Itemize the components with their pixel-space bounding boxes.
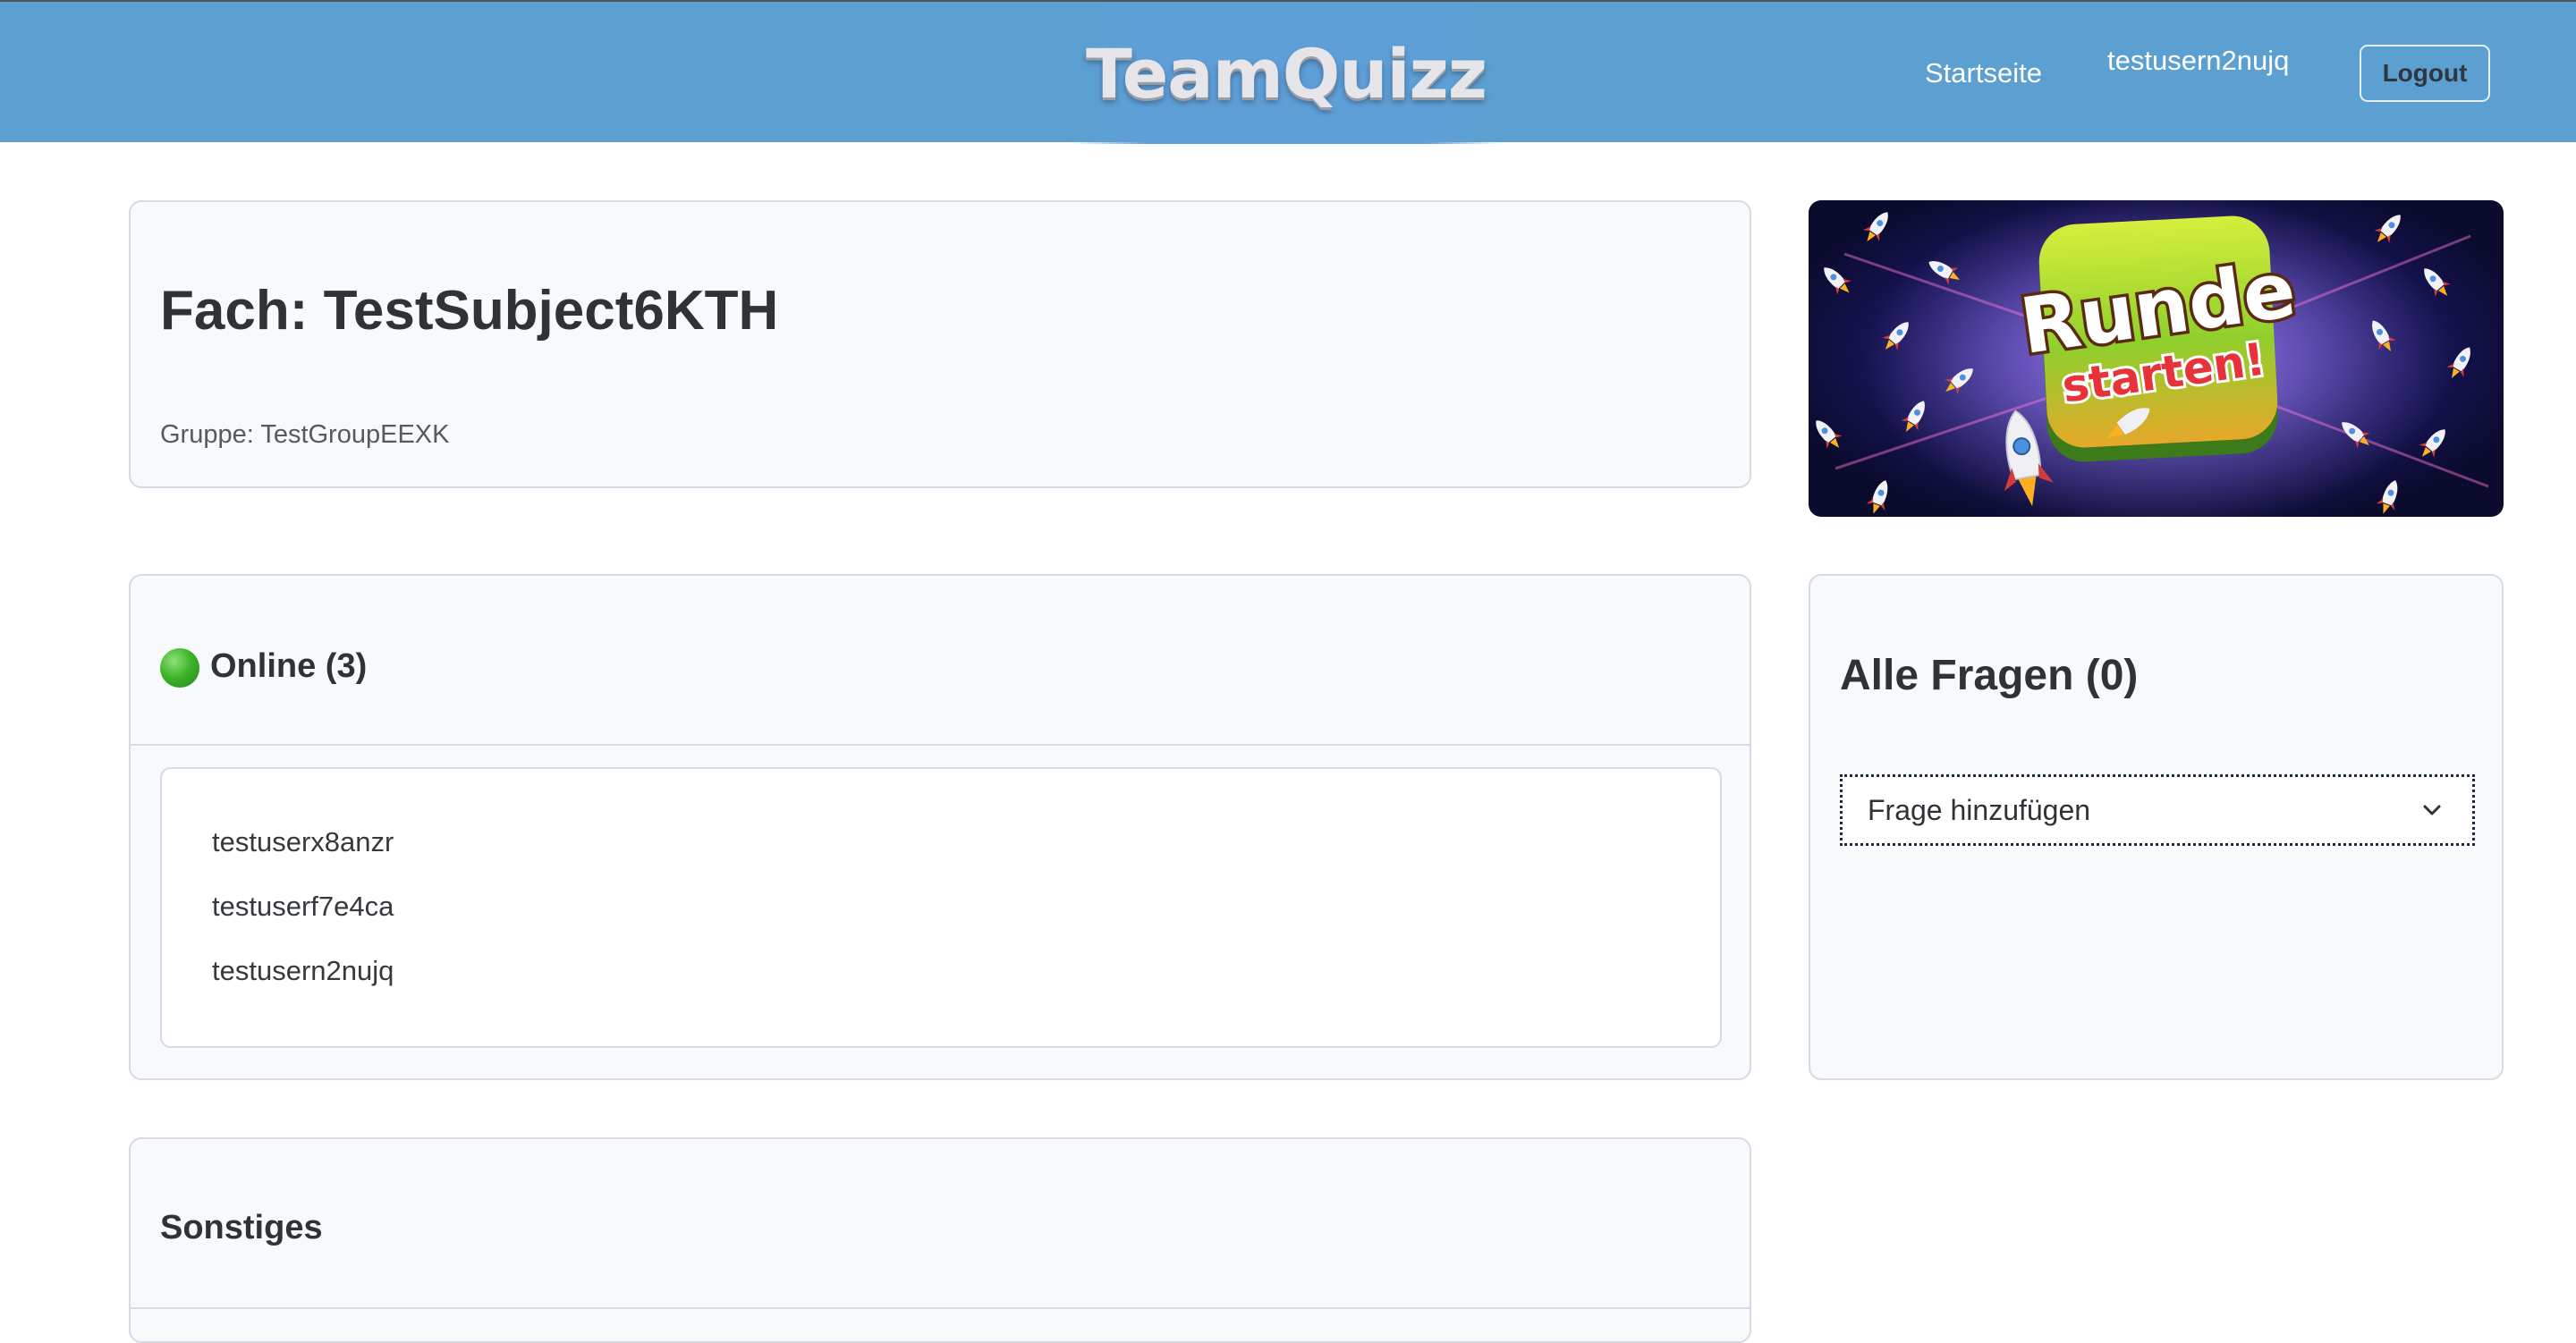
add-question-label: Frage hinzufügen	[1868, 793, 2091, 826]
start-round-banner[interactable]: Runde starten!	[1809, 200, 2504, 517]
divider	[131, 1307, 1750, 1309]
online-title: Online (3)	[210, 647, 368, 685]
brand-link[interactable]: TeamQuizz	[1070, 4, 1503, 144]
nav-user-link[interactable]: testusern2nujq	[2107, 45, 2289, 77]
misc-card: Sonstiges	[129, 1137, 1751, 1343]
chevron-down-icon	[2423, 805, 2441, 815]
list-item: testusern2nujq	[212, 955, 394, 986]
online-card: Online (3) testuserx8anzr testuserf7e4ca…	[129, 574, 1751, 1080]
subject-card: Fach: TestSubject6KTH Gruppe: TestGroupE…	[129, 200, 1751, 488]
add-question-select[interactable]: Frage hinzufügen	[1840, 774, 2475, 846]
subject-title: Fach: TestSubject6KTH	[160, 280, 779, 342]
list-item: testuserf7e4ca	[212, 891, 394, 922]
group-label: Gruppe: TestGroupEEXK	[160, 420, 450, 449]
start-round-image: Runde starten!	[1809, 200, 2489, 517]
questions-title: Alle Fragen (0)	[1840, 652, 2139, 699]
nav-home-link[interactable]: Startseite	[1925, 57, 2042, 89]
questions-card: Alle Fragen (0) Frage hinzufügen	[1809, 574, 2504, 1080]
list-item: testuserx8anzr	[212, 826, 394, 857]
brand-logo: TeamQuizz	[1085, 34, 1487, 114]
logout-button[interactable]: Logout	[2360, 45, 2490, 102]
online-user-list: testuserx8anzr testuserf7e4ca testusern2…	[160, 767, 1722, 1048]
top-navbar: TeamQuizz Startseite testusern2nujq Logo…	[0, 0, 2576, 144]
online-header: Online (3)	[131, 576, 1750, 746]
green-circle-icon	[160, 648, 199, 688]
misc-title: Sonstiges	[160, 1209, 323, 1246]
